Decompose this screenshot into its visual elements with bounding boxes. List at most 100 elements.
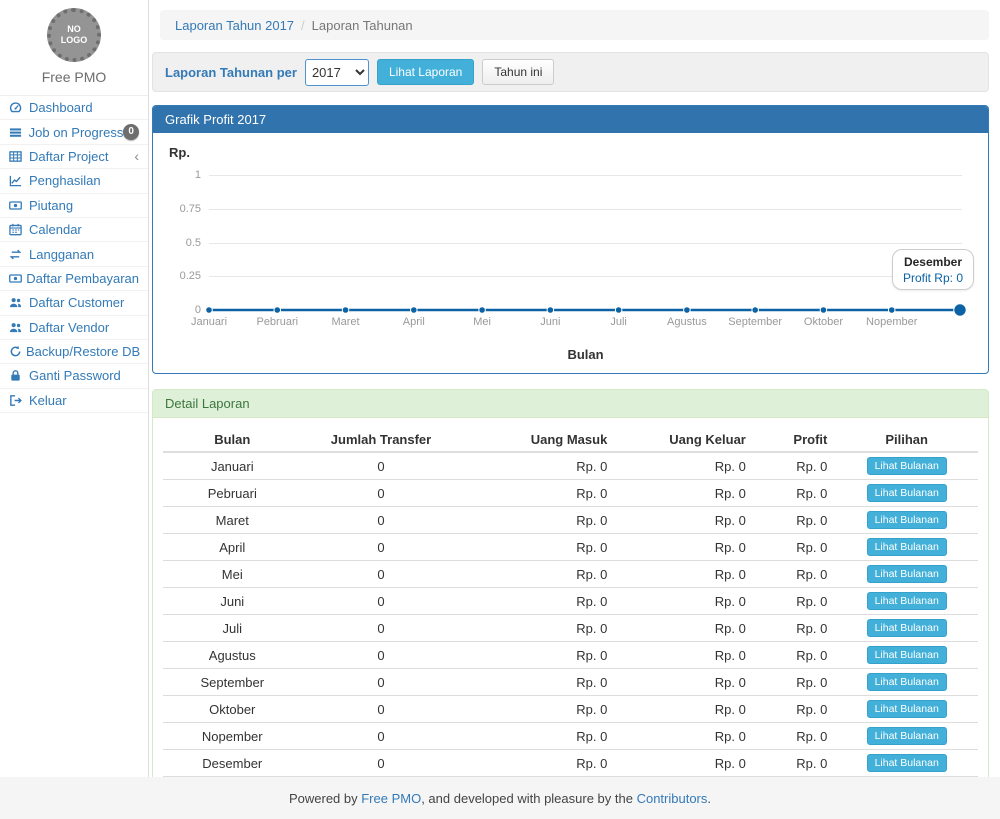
x-tick-label: Januari [191,316,227,328]
sidebar-item-dashboard[interactable]: Dashboard [0,96,148,120]
tahun-ini-button[interactable]: Tahun ini [482,59,554,85]
sidebar-item-langganan[interactable]: Langganan [0,242,148,266]
lihat-bulanan-button[interactable]: Lihat Bulanan [867,565,947,583]
main-content: Laporan Tahun 2017 / Laporan Tahunan Lap… [149,0,1000,777]
data-point-nopember[interactable] [888,307,895,314]
data-point-maret[interactable] [342,307,349,314]
sidebar-item-keluar[interactable]: Keluar [0,389,148,413]
cell: 0 [302,642,461,669]
chart-line-icon [9,174,25,187]
report-table: BulanJumlah TransferUang MasukUang Kelua… [163,428,978,801]
lihat-bulanan-button[interactable]: Lihat Bulanan [867,754,947,772]
lihat-bulanan-button[interactable]: Lihat Bulanan [867,484,947,502]
x-tick-label: April [403,316,425,328]
data-point-agustus[interactable] [684,307,691,314]
action-cell: Lihat Bulanan [835,669,978,696]
sidebar-item-piutang[interactable]: Piutang [0,194,148,218]
x-tick-label: Maret [331,316,359,328]
cell: Rp. 0 [460,480,615,507]
cell: Rp. 0 [754,642,836,669]
logo-block: NO LOGO Free PMO [0,0,148,95]
data-point-januari[interactable] [206,307,213,314]
action-cell: Lihat Bulanan [835,750,978,777]
cell: Nopember [163,723,302,750]
table-row: Maret0Rp. 0Rp. 0Rp. 0Lihat Bulanan [163,507,978,534]
year-select[interactable]: 2017 [305,59,369,86]
lihat-bulanan-button[interactable]: Lihat Bulanan [867,727,947,745]
cell: Rp. 0 [754,723,836,750]
footer-link-free-pmo[interactable]: Free PMO [361,791,421,806]
data-point-april[interactable] [411,307,418,314]
cell: Rp. 0 [754,507,836,534]
detail-panel-body: BulanJumlah TransferUang MasukUang Kelua… [153,418,988,811]
lihat-bulanan-button[interactable]: Lihat Bulanan [867,511,947,529]
lihat-bulanan-button[interactable]: Lihat Bulanan [867,673,947,691]
sidebar-item-label: Job on Progress [29,125,124,140]
table-icon [9,150,25,163]
cell: Rp. 0 [460,452,615,480]
count-badge: 0 [123,124,139,140]
cell: Rp. 0 [460,534,615,561]
cell: Rp. 0 [615,452,754,480]
breadcrumb-current: Laporan Tahunan [312,18,413,33]
cell: Rp. 0 [460,615,615,642]
sidebar-item-penghasilan[interactable]: Penghasilan [0,169,148,193]
x-tick-label: Pebruari [256,316,298,328]
lihat-bulanan-button[interactable]: Lihat Bulanan [867,619,947,637]
tooltip-month: Desember [903,255,963,269]
data-point-desember[interactable] [954,304,966,316]
chart-panel-title: Grafik Profit 2017 [153,106,988,133]
data-point-juli[interactable] [615,307,622,314]
money-icon [9,199,25,212]
sidebar: NO LOGO Free PMO DashboardJob on Progres… [0,0,149,777]
cell: Rp. 0 [754,452,836,480]
x-tick-label: Juli [610,316,627,328]
footer-link-contributors[interactable]: Contributors [637,791,708,806]
sidebar-item-ganti-password[interactable]: Ganti Password [0,364,148,388]
sidebar-item-daftar-vendor[interactable]: Daftar Vendor [0,316,148,340]
cell: Rp. 0 [754,534,836,561]
data-point-september[interactable] [752,307,759,314]
sidebar-item-job-on-progress[interactable]: Job on Progress0 [0,120,148,144]
sidebar-item-label: Daftar Customer [29,295,124,310]
sidebar-item-label: Ganti Password [29,368,121,383]
breadcrumb-link-laporan-tahun[interactable]: Laporan Tahun 2017 [175,18,294,33]
data-point-oktober[interactable] [820,307,827,314]
sidebar-item-label: Daftar Pembayaran [26,271,139,286]
cell: Oktober [163,696,302,723]
lihat-laporan-button[interactable]: Lihat Laporan [377,59,474,85]
cell: Rp. 0 [460,723,615,750]
money-icon [9,272,22,285]
table-row: Januari0Rp. 0Rp. 0Rp. 0Lihat Bulanan [163,452,978,480]
action-cell: Lihat Bulanan [835,452,978,480]
filter-bar: Laporan Tahunan per 2017 Lihat Laporan T… [152,52,989,92]
lihat-bulanan-button[interactable]: Lihat Bulanan [867,700,947,718]
sidebar-item-daftar-customer[interactable]: Daftar Customer [0,291,148,315]
table-row: September0Rp. 0Rp. 0Rp. 0Lihat Bulanan [163,669,978,696]
lihat-bulanan-button[interactable]: Lihat Bulanan [867,592,947,610]
cell: 0 [302,615,461,642]
sidebar-item-label: Calendar [29,222,82,237]
sidebar-item-backup-restore-db[interactable]: Backup/Restore DB [0,340,148,364]
data-point-juni[interactable] [547,307,554,314]
sidebar-item-daftar-pembayaran[interactable]: Daftar Pembayaran [0,267,148,291]
data-point-pebruari[interactable] [274,307,281,314]
column-header: Bulan [163,428,302,452]
lihat-bulanan-button[interactable]: Lihat Bulanan [867,538,947,556]
chart-canvas [163,175,978,333]
detail-laporan-panel: Detail Laporan BulanJumlah TransferUang … [152,389,989,812]
no-logo-badge: NO LOGO [47,8,101,62]
x-tick-label: Oktober [804,316,843,328]
footer: Powered by Free PMO, and developed with … [0,777,1000,819]
cell: Maret [163,507,302,534]
sidebar-item-calendar[interactable]: Calendar [0,218,148,242]
calendar-icon [9,223,25,236]
sidebar-item-label: Penghasilan [29,173,101,188]
table-row: Juli0Rp. 0Rp. 0Rp. 0Lihat Bulanan [163,615,978,642]
lihat-bulanan-button[interactable]: Lihat Bulanan [867,457,947,475]
lihat-bulanan-button[interactable]: Lihat Bulanan [867,646,947,664]
cell: Rp. 0 [460,561,615,588]
data-point-mei[interactable] [479,307,486,314]
sidebar-item-daftar-project[interactable]: Daftar Project‹ [0,145,148,169]
x-tick-label: Mei [473,316,491,328]
